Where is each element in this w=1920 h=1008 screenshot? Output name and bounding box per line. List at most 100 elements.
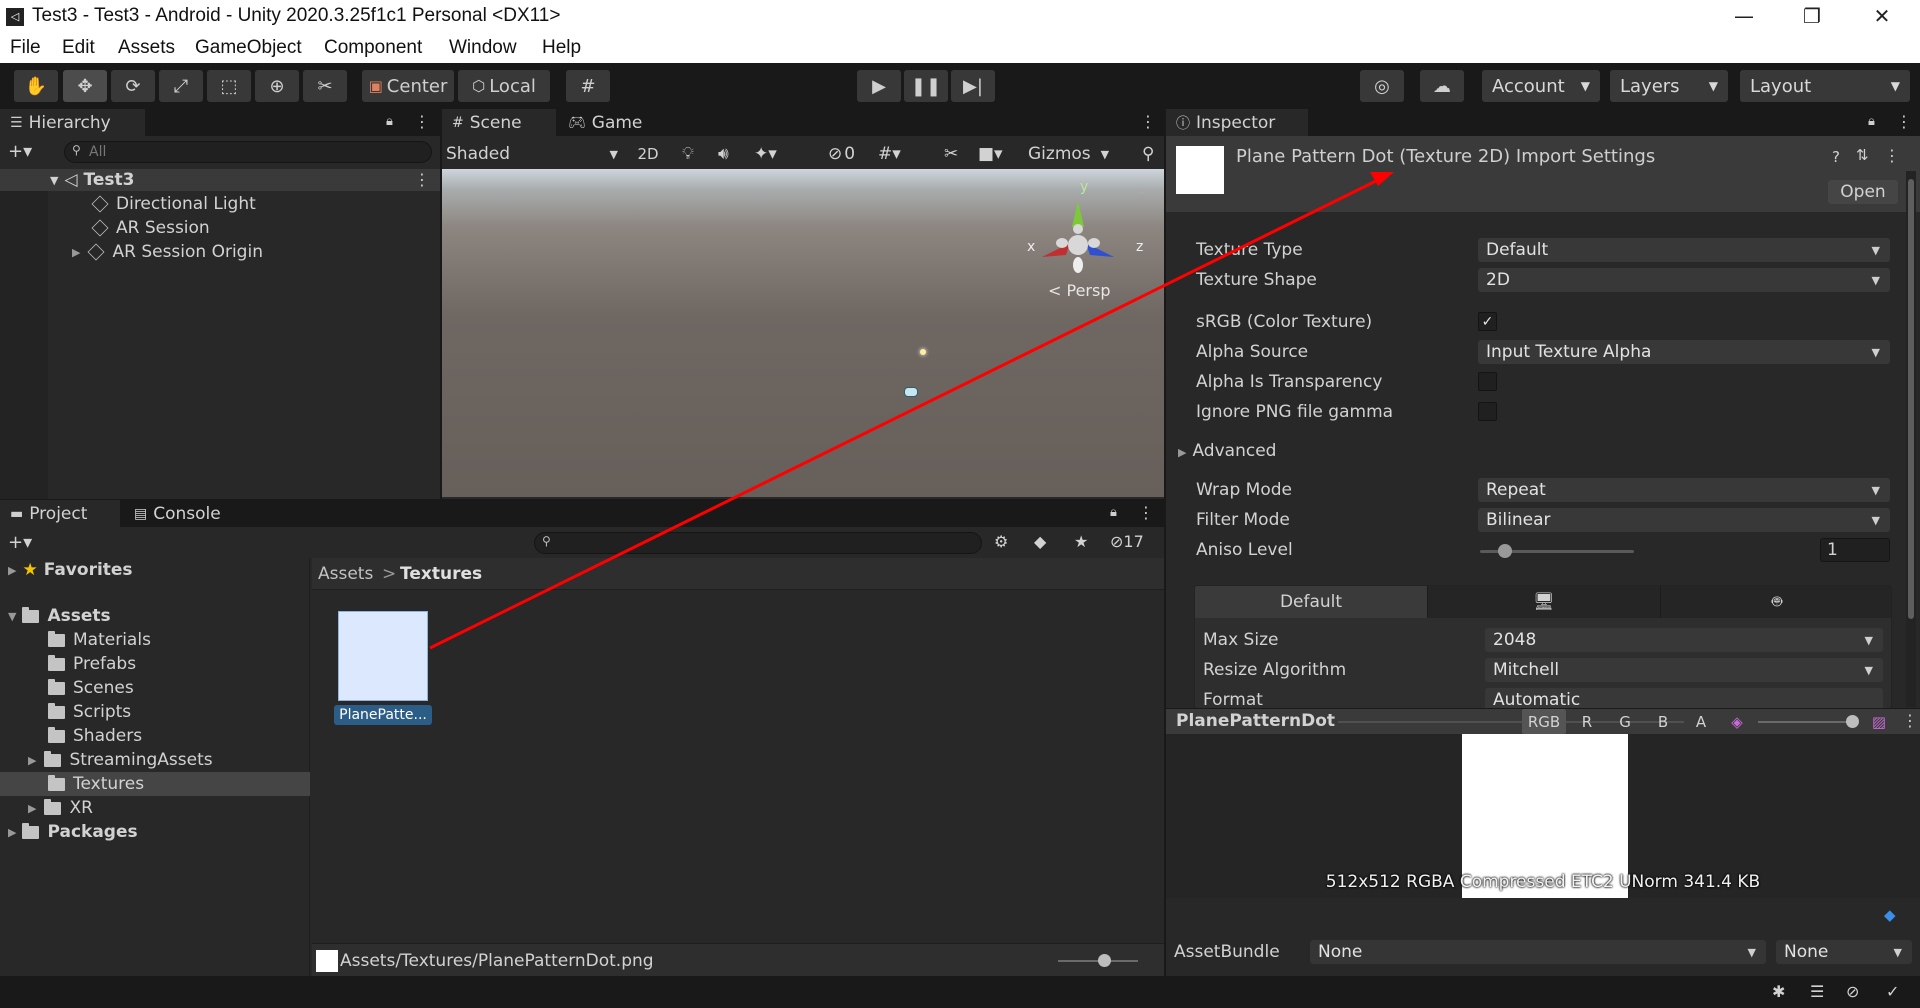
menu-component[interactable]: Component bbox=[324, 37, 422, 59]
kebab-menu-icon[interactable]: ⋮ bbox=[1140, 112, 1156, 131]
effects-toggle-icon[interactable]: ✦▾ bbox=[754, 141, 777, 167]
alpha-transparency-checkbox[interactable] bbox=[1478, 372, 1497, 391]
custom-tool-icon[interactable]: ✂ bbox=[303, 70, 347, 102]
wrap-mode-dropdown[interactable]: Repeat ▼ bbox=[1478, 478, 1890, 502]
search-by-type-icon[interactable]: ⚙ bbox=[994, 532, 1008, 551]
cloud-icon[interactable]: ☁ bbox=[1420, 70, 1464, 102]
filter-mode-dropdown[interactable]: Bilinear ▼ bbox=[1478, 508, 1890, 532]
scale-tool-icon[interactable]: ⤢ bbox=[159, 70, 203, 102]
texture-type-dropdown[interactable]: Default ▼ bbox=[1478, 238, 1890, 262]
perspective-label[interactable]: < Persp bbox=[1048, 281, 1111, 300]
format-dropdown[interactable]: Automatic bbox=[1485, 688, 1883, 708]
hierarchy-item-directional-light[interactable]: Directional Light bbox=[91, 193, 256, 215]
camera-settings-icon[interactable]: ■▾ bbox=[978, 141, 1003, 167]
hierarchy-search-input[interactable]: ⚲ All bbox=[64, 141, 432, 163]
minimize-button[interactable]: — bbox=[1710, 0, 1778, 34]
grid-snap-icon[interactable]: # bbox=[566, 70, 610, 102]
inspector-scroll-thumb[interactable] bbox=[1908, 179, 1914, 619]
mip-slider-track[interactable] bbox=[1758, 721, 1854, 723]
tab-game[interactable]: 🎮︎ Game bbox=[558, 109, 658, 136]
hierarchy-item-ar-session[interactable]: AR Session bbox=[91, 217, 210, 239]
create-plus-icon[interactable]: +▾ bbox=[8, 532, 32, 553]
search-by-label-icon[interactable]: ◆ bbox=[1034, 532, 1046, 551]
play-button[interactable]: ▶ bbox=[857, 70, 901, 102]
srgb-checkbox[interactable]: ✓ bbox=[1478, 312, 1497, 331]
audio-toggle-icon[interactable]: 🔊︎ bbox=[718, 141, 729, 167]
layers-dropdown[interactable]: Layers ▼ bbox=[1610, 70, 1728, 102]
folder-prefabs[interactable]: Prefabs bbox=[48, 654, 136, 674]
scene-search-icon[interactable]: ⚲ bbox=[1142, 141, 1154, 167]
scene-root-item[interactable]: ▼ ◁ Test3 bbox=[50, 169, 135, 191]
packages-root-item[interactable]: ▶ Packages bbox=[8, 822, 138, 842]
menu-assets[interactable]: Assets bbox=[118, 37, 175, 59]
hierarchy-item-ar-session-origin[interactable]: ▶ AR Session Origin bbox=[72, 241, 263, 263]
maximize-button[interactable]: ❐ bbox=[1778, 0, 1846, 34]
resize-algorithm-dropdown[interactable]: Mitchell ▼ bbox=[1485, 658, 1883, 682]
kebab-menu-icon[interactable]: ⋮ bbox=[414, 112, 430, 131]
asset-thumbnail-planepatterndot[interactable] bbox=[338, 611, 428, 701]
scene-kebab-icon[interactable]: ⋮ bbox=[414, 170, 430, 189]
favorites-item[interactable]: ▶ ★ Favorites bbox=[8, 560, 133, 580]
folder-xr[interactable]: ▶ XR bbox=[28, 798, 93, 818]
channel-b-button[interactable]: B bbox=[1646, 709, 1680, 734]
inspector-scrollbar[interactable] bbox=[1906, 171, 1916, 707]
advanced-foldout[interactable]: ▶ Advanced bbox=[1178, 441, 1276, 461]
ignore-png-gamma-checkbox[interactable] bbox=[1478, 402, 1497, 421]
shading-mode-dropdown[interactable]: Shaded ▼ bbox=[446, 141, 624, 167]
lock-icon[interactable]: 🔒︎ bbox=[386, 114, 393, 129]
lighting-toggle-icon[interactable]: 💡︎ bbox=[682, 141, 694, 167]
folder-shaders[interactable]: Shaders bbox=[48, 726, 142, 746]
cache-server-icon[interactable]: ☰ bbox=[1810, 982, 1824, 1001]
menu-help[interactable]: Help bbox=[542, 37, 581, 59]
gizmo-lock-icon[interactable]: 🔒︎ bbox=[1138, 183, 1144, 198]
grid-toggle-icon[interactable]: #▾ bbox=[878, 141, 901, 167]
help-icon[interactable]: ? bbox=[1832, 148, 1840, 166]
menu-file[interactable]: File bbox=[10, 37, 41, 59]
tools-toggle-icon[interactable]: ✂ bbox=[944, 141, 958, 167]
debug-bug-icon[interactable]: ✱ bbox=[1772, 982, 1785, 1001]
alpha-checker-icon[interactable]: ▨ bbox=[1868, 709, 1890, 734]
rect-tool-icon[interactable]: ⬚ bbox=[207, 70, 251, 102]
lock-icon[interactable]: 🔒︎ bbox=[1868, 114, 1875, 129]
collab-status-icon[interactable]: ✓ bbox=[1886, 982, 1899, 1001]
assetbundle-variant-dropdown[interactable]: None ▼ bbox=[1776, 940, 1912, 964]
kebab-menu-icon[interactable]: ⋮ bbox=[1138, 503, 1154, 522]
move-tool-icon[interactable]: ✥ bbox=[63, 70, 107, 102]
gizmo-y-cone[interactable] bbox=[1072, 201, 1084, 227]
channel-a-button[interactable]: A bbox=[1684, 709, 1718, 734]
breadcrumb-textures[interactable]: Textures bbox=[400, 564, 482, 584]
close-button[interactable]: ✕ bbox=[1848, 0, 1916, 34]
max-size-dropdown[interactable]: 2048 ▼ bbox=[1485, 628, 1883, 652]
aniso-slider-thumb[interactable] bbox=[1498, 544, 1512, 558]
channel-r-button[interactable]: R bbox=[1570, 709, 1604, 734]
alpha-source-dropdown[interactable]: Input Texture Alpha ▼ bbox=[1478, 340, 1890, 364]
lock-icon[interactable]: 🔒︎ bbox=[1110, 505, 1117, 520]
folder-textures[interactable]: Textures bbox=[48, 774, 144, 794]
open-button[interactable]: Open bbox=[1828, 180, 1898, 204]
toggle-2d-button[interactable]: 2D bbox=[632, 141, 664, 167]
account-dropdown[interactable]: Account ▼ bbox=[1482, 70, 1600, 102]
hidden-objects-toggle[interactable]: ⊘ 0 bbox=[828, 141, 855, 167]
layout-dropdown[interactable]: Layout ▼ bbox=[1740, 70, 1910, 102]
ar-session-gizmo-icon[interactable] bbox=[904, 387, 918, 397]
tab-inspector[interactable]: ⓘ Inspector bbox=[1166, 109, 1308, 136]
gizmo-center[interactable] bbox=[1068, 235, 1088, 255]
icon-size-slider-thumb[interactable] bbox=[1098, 954, 1111, 967]
asset-label-planepatterndot[interactable]: PlanePatte... bbox=[334, 705, 432, 725]
menu-edit[interactable]: Edit bbox=[62, 37, 95, 59]
preview-kebab-icon[interactable]: ⋮ bbox=[1902, 711, 1918, 730]
tab-platform-standalone[interactable]: 🖥︎ bbox=[1427, 586, 1660, 618]
hand-tool-icon[interactable]: ✋ bbox=[14, 70, 58, 102]
orientation-gizmo[interactable] bbox=[1028, 193, 1138, 293]
pivot-local-button[interactable]: ⬡ Local bbox=[458, 70, 550, 102]
preset-icon[interactable]: ⇅ bbox=[1856, 146, 1869, 164]
create-plus-icon[interactable]: +▾ bbox=[8, 141, 32, 162]
folder-materials[interactable]: Materials bbox=[48, 630, 151, 650]
channel-g-button[interactable]: G bbox=[1608, 709, 1642, 734]
favorite-star-icon[interactable]: ★ bbox=[1074, 532, 1088, 551]
transform-tool-icon[interactable]: ⊕ bbox=[255, 70, 299, 102]
project-search-input[interactable]: ⚲ bbox=[534, 532, 982, 554]
step-button[interactable]: ▶| bbox=[951, 70, 995, 102]
tab-console[interactable]: ▤ Console bbox=[124, 500, 254, 527]
folder-streamingassets[interactable]: ▶ StreamingAssets bbox=[28, 750, 213, 770]
